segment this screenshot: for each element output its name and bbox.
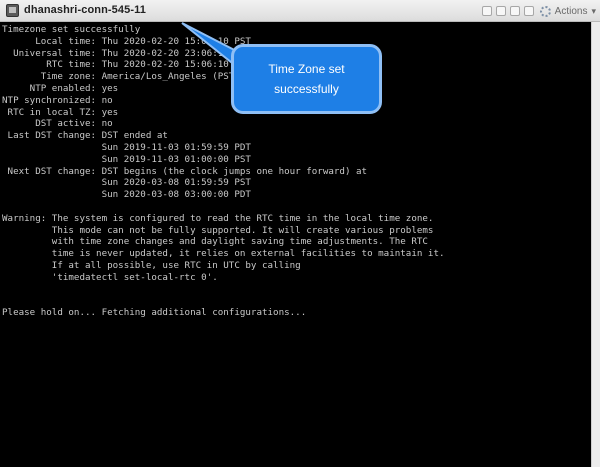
- vm-console-window: dhanashri-conn-545-11 Actions ▾ Timezone…: [0, 0, 600, 467]
- callout-text-line2: successfully: [274, 82, 339, 96]
- callout-annotation: Time Zone set successfully: [231, 44, 382, 114]
- callout-text-line1: Time Zone set: [268, 62, 345, 76]
